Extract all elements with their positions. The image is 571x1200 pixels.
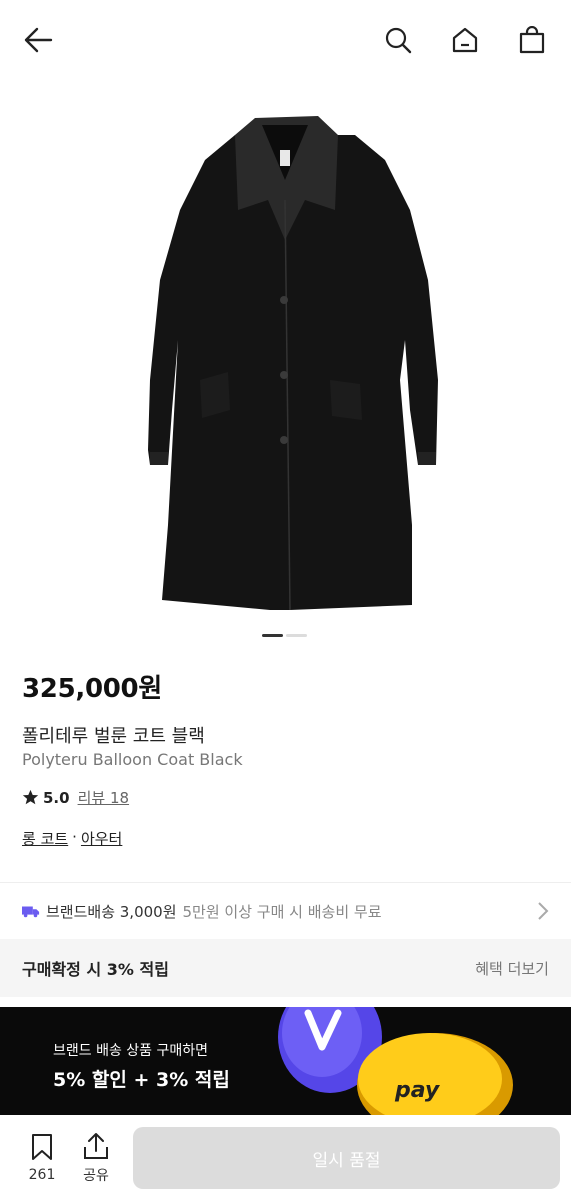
banner-line-1: 브랜드 배송 상품 구매하면 (53, 1043, 209, 1059)
back-button[interactable] (18, 20, 58, 60)
bookmark-button[interactable]: 261 (22, 1133, 62, 1183)
shipping-row[interactable]: 브랜드배송 3,000원 5만원 이상 구매 시 배송비 무료 (0, 883, 571, 939)
sold-out-button[interactable]: 일시 품절 (133, 1127, 560, 1189)
search-button[interactable] (378, 20, 418, 60)
coin-pay-text: pay (394, 1078, 441, 1103)
rating-score: 5.0 (43, 788, 70, 807)
product-name-en: Polyteru Balloon Coat Black (22, 750, 243, 769)
truck-icon (22, 906, 40, 918)
home-icon (452, 27, 478, 53)
bottom-action-bar: 261 공유 일시 품절 (0, 1115, 571, 1200)
arrow-left-icon (24, 27, 53, 53)
category-breadcrumb: 롱 코트 · 아우터 (22, 828, 122, 849)
star-icon (22, 789, 39, 805)
review-link[interactable]: 리뷰 18 (78, 787, 129, 808)
carousel-dot (286, 634, 307, 637)
promo-banner[interactable]: 브랜드 배송 상품 구매하면 5% 할인 + 3% 적립 pay (0, 1007, 571, 1115)
product-image-carousel[interactable] (0, 80, 571, 625)
bookmark-icon (32, 1134, 52, 1160)
shopping-bag-icon (519, 26, 545, 54)
search-icon (385, 27, 412, 54)
shipping-condition: 5만원 이상 구매 시 배송비 무료 (182, 902, 382, 921)
top-bar (0, 0, 571, 80)
rating-row: 5.0 리뷰 18 (22, 787, 129, 808)
carousel-indicator (262, 634, 307, 637)
more-benefits-link[interactable]: 혜택 더보기 (475, 958, 549, 979)
category-link-outer[interactable]: 아우터 (81, 828, 122, 849)
banner-line-2: 5% 할인 + 3% 적립 (53, 1069, 230, 1091)
product-name-ko: 폴리테루 벌룬 코트 블랙 (22, 726, 205, 747)
category-link-long-coat[interactable]: 롱 코트 (22, 828, 68, 849)
bookmark-count: 261 (28, 1167, 56, 1183)
cart-button[interactable] (512, 20, 552, 60)
coat-image (148, 116, 438, 611)
category-separator: · (72, 828, 77, 846)
points-benefit-row: 구매확정 시 3% 적립 혜택 더보기 (0, 939, 571, 997)
chevron-right-icon (538, 902, 549, 920)
shipping-label: 브랜드배송 3,000원 (46, 902, 177, 921)
product-price: 325,000원 (22, 674, 162, 704)
share-label: 공유 (83, 1168, 109, 1184)
share-button[interactable]: 공유 (76, 1131, 116, 1185)
naver-pay-coins-graphic: pay (278, 1007, 513, 1115)
home-button[interactable] (445, 20, 485, 60)
carousel-dot-active (262, 634, 283, 637)
share-icon (84, 1133, 108, 1159)
points-text: 구매확정 시 3% 적립 (22, 960, 169, 979)
